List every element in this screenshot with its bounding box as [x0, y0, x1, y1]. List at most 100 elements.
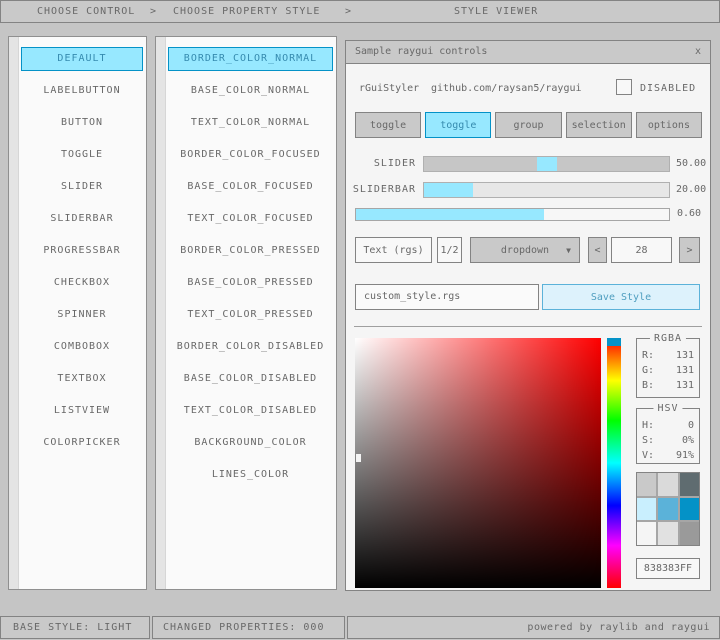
spinner-increment-button[interactable]: >	[679, 237, 700, 263]
property-list-item[interactable]: BACKGROUND_COLOR	[168, 431, 333, 455]
hsv-h-value: 0	[688, 418, 694, 433]
palette-swatch[interactable]	[680, 498, 699, 521]
toggle-group-item-5[interactable]: options	[636, 112, 702, 138]
rgba-r-label: R:	[642, 348, 654, 363]
control-list-item-listview[interactable]: LISTVIEW	[21, 399, 143, 423]
palette-swatch[interactable]	[637, 498, 656, 521]
app-name-label: rGuiStyler	[359, 81, 419, 97]
slider-label: SLIDER	[346, 156, 416, 172]
control-list-item-colorpicker[interactable]: COLORPICKER	[21, 431, 143, 455]
color-picker-cursor[interactable]	[356, 454, 361, 462]
property-list-item[interactable]: BASE_COLOR_PRESSED	[168, 271, 333, 295]
breadcrumb: CHOOSE CONTROL > CHOOSE PROPERTY STYLE >…	[0, 0, 720, 23]
close-icon[interactable]: x	[695, 41, 701, 63]
disabled-checkbox[interactable]	[616, 79, 632, 95]
property-list-item[interactable]: BORDER_COLOR_NORMAL	[168, 47, 333, 71]
save-style-button[interactable]: Save Style	[542, 284, 700, 310]
palette-swatch[interactable]	[658, 498, 677, 521]
control-list-item-spinner[interactable]: SPINNER	[21, 303, 143, 327]
slider-handle[interactable]	[537, 157, 557, 171]
spinner-decrement-button[interactable]: <	[588, 237, 607, 263]
progressbar	[355, 208, 670, 221]
section-divider	[354, 326, 702, 327]
sliderbar-value: 20.00	[676, 182, 706, 198]
hex-color-input[interactable]: 838383FF	[636, 558, 700, 579]
half-toggle-button[interactable]: 1/2	[437, 237, 462, 263]
sample-window-titlebar: Sample raygui controls x	[346, 41, 710, 64]
status-credits: powered by raylib and raygui	[347, 616, 720, 639]
property-list-item[interactable]: LINES_COLOR	[168, 463, 333, 487]
text-rgs-button[interactable]: Text (rgs)	[355, 237, 432, 263]
rgba-row-b: B: 131	[642, 378, 694, 393]
dropdown-label: dropdown	[501, 245, 549, 256]
controls-list-scrollbar[interactable]	[9, 37, 19, 589]
dropdown[interactable]: dropdown ▼	[470, 237, 580, 263]
sliderbar-fill	[424, 183, 473, 197]
toggle-group-item-2-active[interactable]: toggle	[425, 112, 491, 138]
property-list-item[interactable]: TEXT_COLOR_FOCUSED	[168, 207, 333, 231]
property-list-item[interactable]: TEXT_COLOR_PRESSED	[168, 303, 333, 327]
chevron-right-icon: >	[345, 1, 352, 22]
color-picker-panel[interactable]	[355, 338, 601, 588]
toggle-group-item-4[interactable]: selection	[566, 112, 632, 138]
hsv-row-v: V: 91%	[642, 448, 694, 463]
property-list-item[interactable]: TEXT_COLOR_DISABLED	[168, 399, 333, 423]
rgba-g-label: G:	[642, 363, 654, 378]
property-list-item[interactable]: BASE_COLOR_DISABLED	[168, 367, 333, 391]
repo-link[interactable]: github.com/raysan5/raygui	[431, 81, 582, 97]
control-list-item-checkbox[interactable]: CHECKBOX	[21, 271, 143, 295]
breadcrumb-step-style-viewer: STYLE VIEWER	[454, 1, 538, 22]
property-list-item[interactable]: BORDER_COLOR_PRESSED	[168, 239, 333, 263]
hsv-s-value: 0%	[682, 433, 694, 448]
control-list-item-labelbutton[interactable]: LABELBUTTON	[21, 79, 143, 103]
breadcrumb-step-choose-property: CHOOSE PROPERTY STYLE	[173, 1, 320, 22]
hsv-title: HSV	[653, 403, 682, 414]
hsv-row-h: H: 0	[642, 418, 694, 433]
palette-swatch[interactable]	[637, 473, 656, 496]
rgba-g-value: 131	[676, 363, 694, 378]
property-list-item[interactable]: BORDER_COLOR_FOCUSED	[168, 143, 333, 167]
rgba-row-g: G: 131	[642, 363, 694, 378]
hsv-v-label: V:	[642, 448, 654, 463]
progressbar-fill	[356, 209, 544, 220]
rgba-title: RGBA	[650, 333, 686, 344]
hsv-h-label: H:	[642, 418, 654, 433]
control-list-item-toggle[interactable]: TOGGLE	[21, 143, 143, 167]
hsv-s-label: S:	[642, 433, 654, 448]
property-list-item[interactable]: BASE_COLOR_NORMAL	[168, 79, 333, 103]
properties-list-scrollbar[interactable]	[156, 37, 166, 589]
hsv-row-s: S: 0%	[642, 433, 694, 448]
hue-bar[interactable]	[607, 338, 621, 588]
palette-swatch[interactable]	[680, 473, 699, 496]
spinner-value-box[interactable]: 28	[611, 237, 672, 263]
property-list-item[interactable]: BORDER_COLOR_DISABLED	[168, 335, 333, 359]
control-list-item-button[interactable]: BUTTON	[21, 111, 143, 135]
controls-list-panel: DEFAULT LABELBUTTON BUTTON TOGGLE SLIDER…	[8, 36, 147, 590]
slider[interactable]	[423, 156, 670, 172]
rgba-b-label: B:	[642, 378, 654, 393]
property-list-item[interactable]: BASE_COLOR_FOCUSED	[168, 175, 333, 199]
palette-swatch[interactable]	[658, 473, 677, 496]
rgba-groupbox: RGBA R: 131 G: 131 B: 131	[636, 338, 700, 398]
toggle-group-item-1[interactable]: toggle	[355, 112, 421, 138]
toggle-group: toggle toggle group selection options	[355, 112, 702, 138]
control-list-item-progressbar[interactable]: PROGRESSBAR	[21, 239, 143, 263]
sliderbar[interactable]	[423, 182, 670, 198]
palette-swatch[interactable]	[680, 522, 699, 545]
control-list-item-slider[interactable]: SLIDER	[21, 175, 143, 199]
palette-swatch[interactable]	[637, 522, 656, 545]
chevron-down-icon: ▼	[566, 246, 571, 255]
status-changed-properties: CHANGED PROPERTIES: 000	[152, 616, 345, 639]
sample-window-title: Sample raygui controls	[355, 46, 487, 57]
style-filename-input[interactable]: custom_style.rgs	[355, 284, 539, 310]
control-list-item-combobox[interactable]: COMBOBOX	[21, 335, 143, 359]
control-list-item-sliderbar[interactable]: SLIDERBAR	[21, 207, 143, 231]
sample-controls-window: Sample raygui controls x rGuiStyler gith…	[345, 40, 711, 591]
property-list-item[interactable]: TEXT_COLOR_NORMAL	[168, 111, 333, 135]
hue-bar-handle[interactable]	[607, 338, 621, 346]
control-list-item-default[interactable]: DEFAULT	[21, 47, 143, 71]
control-list-item-textbox[interactable]: TEXTBOX	[21, 367, 143, 391]
palette-swatch[interactable]	[658, 522, 677, 545]
progressbar-value: 0.60	[677, 207, 701, 221]
toggle-group-item-3[interactable]: group	[495, 112, 561, 138]
